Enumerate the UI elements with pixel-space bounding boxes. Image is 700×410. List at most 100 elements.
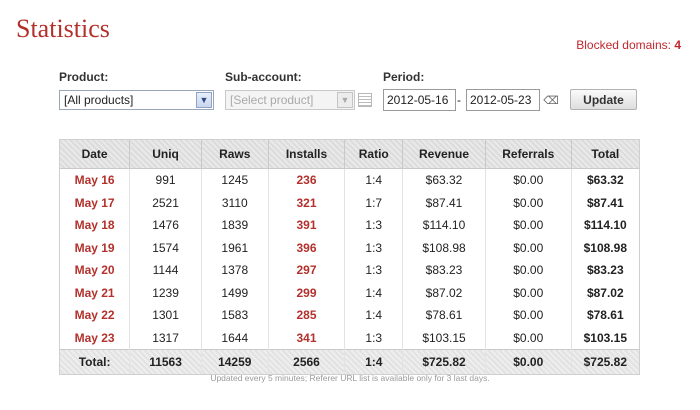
period-label: Period: xyxy=(383,70,425,84)
cell-ratio: 1:4 xyxy=(344,304,403,327)
cell-installs-link[interactable]: 391 xyxy=(267,214,345,237)
table-row: May 22 1301 1583 285 1:4 $78.61 $0.00 $7… xyxy=(60,304,639,327)
product-select[interactable]: [All products] ▼ xyxy=(59,90,214,110)
subaccount-select[interactable]: [Select product] ▼ xyxy=(225,90,355,110)
totals-row: Total: 11563 14259 2566 1:4 $725.82 $0.0… xyxy=(60,349,639,374)
cell-referrals: $0.00 xyxy=(484,259,572,282)
chevron-down-icon[interactable]: ▼ xyxy=(337,92,353,108)
update-button[interactable]: Update xyxy=(570,89,637,110)
row-date-link[interactable]: May 19 xyxy=(60,237,130,260)
table-row: May 20 1144 1378 297 1:3 $83.23 $0.00 $8… xyxy=(60,259,639,282)
cell-referrals: $0.00 xyxy=(484,168,572,192)
subaccount-select-value: [Select product] xyxy=(230,93,314,107)
cell-installs-link[interactable]: 341 xyxy=(267,326,345,350)
totals-raws: 14259 xyxy=(200,349,269,374)
totals-uniq: 11563 xyxy=(129,349,202,374)
cell-total: $103.15 xyxy=(570,326,639,350)
cell-revenue: $108.98 xyxy=(402,236,486,259)
cell-uniq: 1301 xyxy=(129,304,202,327)
cell-referrals: $0.00 xyxy=(484,326,572,350)
date-to-field[interactable]: 2012-05-23 xyxy=(466,89,540,111)
cell-ratio: 1:3 xyxy=(344,259,403,282)
cell-revenue: $78.61 xyxy=(402,304,486,327)
table-row: May 23 1317 1644 341 1:3 $103.15 $0.00 $… xyxy=(60,326,639,350)
cell-uniq: 991 xyxy=(129,168,202,192)
chevron-down-icon[interactable]: ▼ xyxy=(196,92,212,108)
cell-total: $87.02 xyxy=(570,281,639,304)
table-header-row: Date Uniq Raws Installs Ratio Revenue Re… xyxy=(60,140,639,169)
table-row: May 18 1476 1839 391 1:3 $114.10 $0.00 $… xyxy=(60,214,639,237)
cell-installs-link[interactable]: 285 xyxy=(267,304,345,327)
cell-uniq: 1144 xyxy=(129,259,202,282)
cell-installs-link[interactable]: 299 xyxy=(267,281,345,304)
product-label: Product: xyxy=(59,70,109,84)
row-date-link[interactable]: May 20 xyxy=(60,259,130,282)
cell-ratio: 1:3 xyxy=(344,214,403,237)
table-row: May 19 1574 1961 396 1:3 $108.98 $0.00 $… xyxy=(60,236,639,260)
row-date-link[interactable]: May 16 xyxy=(60,169,130,192)
list-icon[interactable] xyxy=(358,93,372,107)
header-ratio[interactable]: Ratio xyxy=(344,140,403,169)
footnote: Updated every 5 minutes; Referer URL lis… xyxy=(210,373,490,383)
cell-ratio: 1:7 xyxy=(344,191,403,214)
cell-raws: 1583 xyxy=(200,304,269,327)
cell-revenue: $87.02 xyxy=(402,281,486,304)
table-row: May 16 991 1245 236 1:4 $63.32 $0.00 $63… xyxy=(60,168,639,192)
cell-raws: 1961 xyxy=(200,236,269,259)
header-revenue[interactable]: Revenue xyxy=(402,140,486,169)
cell-ratio: 1:3 xyxy=(344,236,403,259)
row-date-link[interactable]: May 22 xyxy=(60,304,130,327)
row-date-link[interactable]: May 18 xyxy=(60,214,130,237)
cell-referrals: $0.00 xyxy=(484,304,572,327)
totals-ratio: 1:4 xyxy=(344,349,403,374)
cell-installs-link[interactable]: 236 xyxy=(267,168,345,192)
cell-total: $114.10 xyxy=(570,214,639,237)
totals-installs: 2566 xyxy=(267,349,345,374)
totals-label: Total: xyxy=(60,349,130,374)
cell-installs-link[interactable]: 297 xyxy=(267,259,345,282)
cell-installs-link[interactable]: 321 xyxy=(267,191,345,214)
cell-uniq: 1574 xyxy=(129,236,202,259)
blocked-domains[interactable]: Blocked domains: 4 xyxy=(576,38,681,52)
header-installs[interactable]: Installs xyxy=(267,140,345,169)
header-total[interactable]: Total xyxy=(570,140,639,169)
header-raws[interactable]: Raws xyxy=(200,140,269,169)
table-row: May 17 2521 3110 321 1:7 $87.41 $0.00 $8… xyxy=(60,191,639,215)
totals-referrals: $0.00 xyxy=(484,349,572,374)
cell-revenue: $103.15 xyxy=(402,326,486,350)
cell-total: $83.23 xyxy=(570,259,639,282)
header-uniq[interactable]: Uniq xyxy=(129,140,202,169)
cell-raws: 1644 xyxy=(200,326,269,350)
cell-raws: 1378 xyxy=(200,259,269,282)
cell-referrals: $0.00 xyxy=(484,281,572,304)
cell-ratio: 1:4 xyxy=(344,168,403,192)
page-title: Statistics xyxy=(16,14,110,43)
row-date-link[interactable]: May 17 xyxy=(60,192,130,215)
cell-raws: 1839 xyxy=(200,214,269,237)
cell-revenue: $63.32 xyxy=(402,168,486,192)
cell-ratio: 1:3 xyxy=(344,326,403,350)
blocked-domains-count: 4 xyxy=(674,38,681,52)
product-select-value: [All products] xyxy=(64,93,134,107)
cell-uniq: 1476 xyxy=(129,214,202,237)
header-referrals[interactable]: Referrals xyxy=(484,140,572,169)
cell-uniq: 1317 xyxy=(129,326,202,350)
cell-referrals: $0.00 xyxy=(484,214,572,237)
row-date-link[interactable]: May 21 xyxy=(60,282,130,305)
header-date[interactable]: Date xyxy=(60,140,130,169)
date-separator: - xyxy=(457,93,461,107)
clear-date-icon[interactable]: ⌫ xyxy=(543,94,559,107)
row-date-link[interactable]: May 23 xyxy=(60,327,130,350)
cell-raws: 3110 xyxy=(200,191,269,214)
cell-referrals: $0.00 xyxy=(484,236,572,259)
cell-total: $108.98 xyxy=(570,236,639,259)
cell-revenue: $114.10 xyxy=(402,214,486,237)
date-from-field[interactable]: 2012-05-16 xyxy=(383,89,456,111)
cell-total: $78.61 xyxy=(570,304,639,327)
table-row: May 21 1239 1499 299 1:4 $87.02 $0.00 $8… xyxy=(60,281,639,305)
cell-raws: 1245 xyxy=(200,168,269,192)
cell-installs-link[interactable]: 396 xyxy=(267,236,345,259)
cell-revenue: $87.41 xyxy=(402,191,486,214)
cell-ratio: 1:4 xyxy=(344,281,403,304)
cell-total: $63.32 xyxy=(570,168,639,192)
